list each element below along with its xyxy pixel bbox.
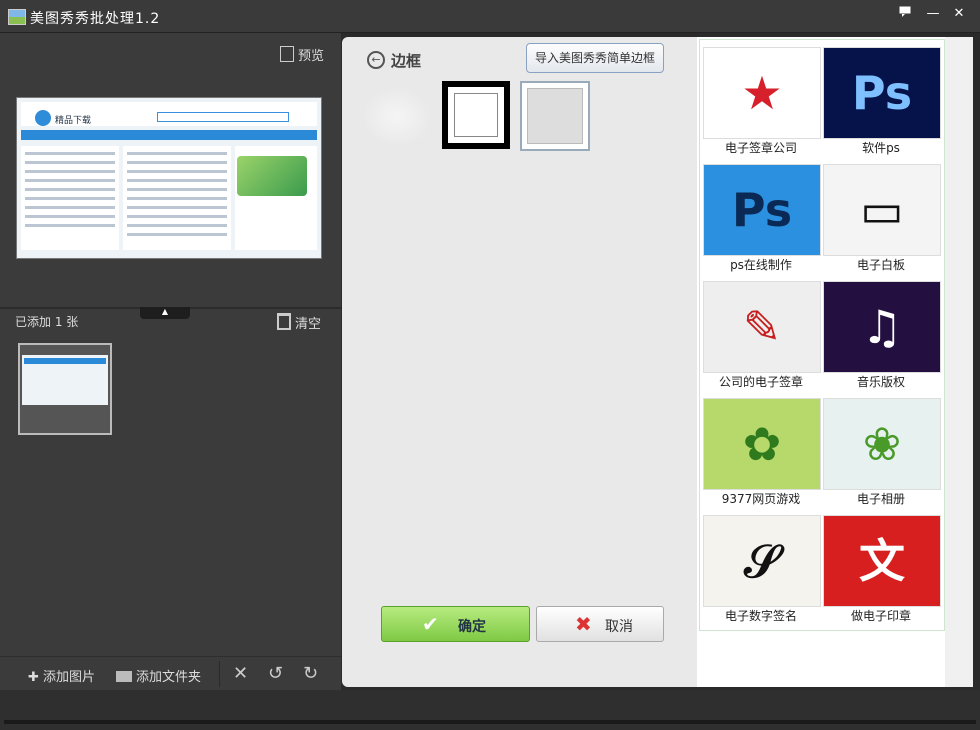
confirm-button[interactable]: ✔ 确定 [381,606,530,642]
rotate-left-icon[interactable]: ↺ [268,663,283,684]
ad-label[interactable]: 电子数字签名 [702,607,820,624]
ad-label[interactable]: 公司的电子签章 [702,373,820,390]
toolbar-divider [219,661,220,687]
ad-panel: ★ 电子签章公司 Ps 软件ps Ps ps在线制作 ▭ 电子白板 ✎ 公司的电子签章 ♫ 音乐版权 ✿… [697,37,973,687]
left-panel: 预览 精品下载 ▲ 已添加 1 张 清空 ✚ 添加图片 添加文件夹 ✕ ↺ ↻ [0,33,341,690]
ad-image[interactable]: ♫ [823,281,941,373]
minimize-button[interactable]: — [922,4,944,24]
preview-label: 预览 [298,49,325,64]
ad-tile[interactable]: 𝒮 电子数字签名 [702,510,821,624]
app-icon [8,9,26,25]
ad-image[interactable]: ★ [703,47,821,139]
plus-icon: ✚ [28,670,39,685]
thumbnail-nav [24,358,106,364]
site-logo [35,110,51,126]
site-search-box [157,112,289,122]
confirm-label: 确定 [458,619,486,635]
ad-glyph: Ps [731,183,793,237]
site-column-middle [123,146,231,250]
clear-label: 清空 [295,317,322,332]
ad-image[interactable]: Ps [703,164,821,256]
ad-glyph: ❀ [862,417,902,471]
site-cartoon-image [237,156,307,196]
ad-tile[interactable]: Ps 软件ps [822,42,941,156]
image-thumbnail[interactable] [18,343,112,435]
preview-site-header: 精品下载 [21,102,317,126]
add-folder-label: 添加文件夹 [136,670,202,685]
ad-grid: ★ 电子签章公司 Ps 软件ps Ps ps在线制作 ▭ 电子白板 ✎ 公司的电子签章 ♫ 音乐版权 ✿… [699,39,945,631]
ad-image[interactable]: ▭ [823,164,941,256]
ad-image[interactable]: 文 [823,515,941,607]
cancel-button[interactable]: ✖ 取消 [536,606,664,642]
ad-label[interactable]: 电子签章公司 [702,139,820,156]
checkmark-icon: ✔ [422,612,439,636]
left-toolbar: ✚ 添加图片 添加文件夹 ✕ ↺ ↻ [0,656,341,691]
added-count: 已添加 1 张 [15,315,79,329]
folder-icon [116,671,132,682]
ad-tile[interactable]: ♫ 音乐版权 [822,276,941,390]
ad-tile[interactable]: ❀ 电子相册 [822,393,941,507]
ad-label[interactable]: 电子相册 [822,490,940,507]
ad-tile[interactable]: ▭ 电子白板 [822,159,941,273]
back-arrow-icon[interactable]: ← [367,51,385,69]
ad-glyph: 𝒮 [744,534,780,588]
ad-glyph: ✎ [742,300,782,354]
cancel-label: 取消 [605,619,633,635]
ad-tile[interactable]: ✿ 9377网页游戏 [702,393,821,507]
border-panel: ← 边框 导入美图秀秀简单边框 ✔ 确定 ✖ 取消 [342,37,697,687]
clear-button[interactable]: 清空 [277,313,321,332]
add-folder-button[interactable]: 添加文件夹 [116,666,201,685]
panel-title: 边框 [391,52,422,70]
ad-glyph: ★ [741,66,783,120]
window-title: 美图秀秀批处理1.2 [30,11,161,27]
ad-tile[interactable]: Ps ps在线制作 [702,159,821,273]
title-bar: 美图秀秀批处理1.2 — ✕ [0,0,980,33]
border-option-gray[interactable] [520,81,590,151]
site-column-left [21,146,119,250]
preview-image: 精品下载 [16,97,322,259]
site-nav-bar [21,130,317,140]
ad-glyph: Ps [851,66,913,120]
menu-chat-icon[interactable] [894,4,916,24]
ad-image[interactable]: ✿ [703,398,821,490]
ad-glyph: 文 [859,534,905,588]
status-area [0,690,980,730]
window-bottom-border [4,720,976,724]
ad-label[interactable]: 9377网页游戏 [702,490,820,507]
preview-button[interactable]: 预览 [280,45,324,64]
site-logo-text: 精品下载 [55,116,92,126]
border-option-blank[interactable] [362,87,432,147]
ad-label[interactable]: 做电子印章 [822,607,940,624]
ad-label[interactable]: 电子白板 [822,256,940,273]
ad-label[interactable]: ps在线制作 [702,256,820,273]
delete-icon[interactable]: ✕ [233,663,248,684]
ad-panel-gutter [945,37,973,687]
collapse-arrow-icon[interactable]: ▲ [140,307,190,319]
rotate-right-icon[interactable]: ↻ [303,663,318,684]
ad-glyph: ♫ [861,300,903,354]
ad-glyph: ✿ [742,417,782,471]
ad-tile[interactable]: 文做电子印章 [822,510,941,624]
add-image-label: 添加图片 [43,670,96,685]
ad-image[interactable]: Ps [823,47,941,139]
import-borders-button[interactable]: 导入美图秀秀简单边框 [526,43,664,73]
ad-image[interactable]: ✎ [703,281,821,373]
ad-image[interactable]: ❀ [823,398,941,490]
ad-glyph: ▭ [860,183,904,237]
close-button[interactable]: ✕ [948,4,970,24]
ad-image[interactable]: 𝒮 [703,515,821,607]
trash-icon [277,313,291,330]
add-image-button[interactable]: ✚ 添加图片 [28,666,95,685]
thumbnail-content [22,355,108,405]
ad-label[interactable]: 音乐版权 [822,373,940,390]
ad-tile[interactable]: ✎ 公司的电子签章 [702,276,821,390]
ad-label[interactable]: 软件ps [822,139,940,156]
preview-icon [280,46,294,62]
border-option-black[interactable] [442,81,510,149]
cross-icon: ✖ [575,612,592,636]
ad-tile[interactable]: ★ 电子签章公司 [702,42,821,156]
